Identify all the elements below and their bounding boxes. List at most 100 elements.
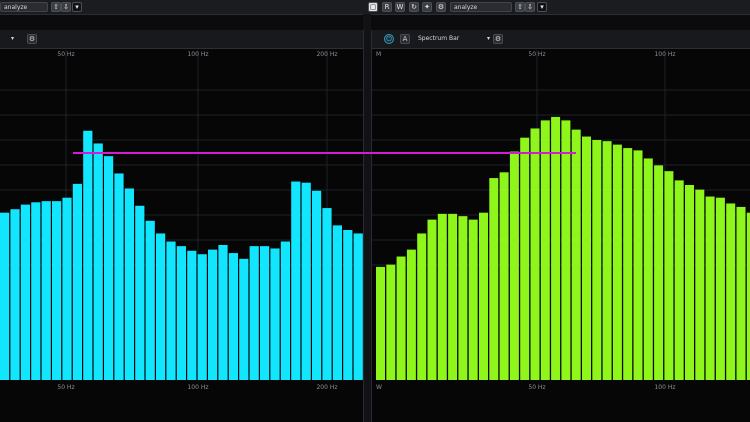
spectrum-bar xyxy=(280,241,290,380)
spectrum-bar xyxy=(540,120,550,380)
spectrum-bar xyxy=(260,246,270,380)
spectrum-bar xyxy=(93,143,103,380)
panel-divider xyxy=(363,14,371,422)
spectrum-bar xyxy=(52,201,62,380)
spectrum-bar xyxy=(376,266,385,380)
spectrum-bar xyxy=(208,249,218,380)
power-icon[interactable]: ⏻ xyxy=(384,34,394,44)
spectrum-bar xyxy=(612,144,622,380)
spectrum-bar xyxy=(406,249,416,380)
move-down-button[interactable]: ⇩ xyxy=(61,2,71,12)
a-button[interactable]: A xyxy=(400,34,410,44)
pin-icon[interactable]: ✦ xyxy=(422,2,432,12)
spectrum-bar xyxy=(705,196,715,380)
spectrum-bar xyxy=(633,150,643,380)
top-toolbar: analyze ⇧ ⇩ ▾ ▢ R W ↻ ✦ ⚙ analyze ⇧ ⇩ ▾ xyxy=(0,0,750,15)
spectrum-bar xyxy=(654,165,664,380)
spectrum-bar xyxy=(156,233,166,380)
spectrum-bar xyxy=(239,258,249,380)
spectrum-bar xyxy=(468,219,478,380)
right-settings-icon[interactable]: ⚙ xyxy=(493,34,503,44)
left-analyzer-panel: ▾ ⚙ 50 Hz 100 Hz 200 Hz 50 Hz 100 Hz 200 Hz xyxy=(0,30,364,422)
spectrum-bar xyxy=(458,216,468,380)
spectrum-bar xyxy=(530,128,540,380)
spectrum-bar xyxy=(72,183,82,380)
spectrum-bar xyxy=(301,182,311,380)
spectrum-bar xyxy=(114,173,124,380)
spectrum-bar xyxy=(270,248,280,380)
read-button[interactable]: R xyxy=(382,2,392,12)
spectrum-mode-dropdown[interactable]: Spectrum Bar ▾ xyxy=(418,34,490,44)
spectrum-bar xyxy=(176,246,186,380)
spectrum-bar xyxy=(218,245,228,380)
spectrum-bar xyxy=(249,246,259,380)
frequency-tick-label: 50 Hz xyxy=(57,51,74,58)
spectrum-bar xyxy=(437,213,447,380)
spectrum-bar xyxy=(291,181,301,380)
left-mode-dropdown[interactable]: ▾ xyxy=(0,34,14,44)
spectrum-bar xyxy=(396,256,406,380)
frequency-tick-label: 100 Hz xyxy=(654,384,675,391)
analyze-dropdown-left[interactable]: analyze xyxy=(0,2,48,12)
spectrum-bar xyxy=(83,130,93,380)
spectrum-bar xyxy=(417,233,427,380)
spectrum-bar xyxy=(674,180,684,380)
spectrum-mode-label: Spectrum Bar xyxy=(418,35,460,42)
spectrum-bar xyxy=(685,185,694,380)
frequency-tick-label: 100 Hz xyxy=(187,51,208,58)
spectrum-bar xyxy=(312,190,322,380)
write-button[interactable]: W xyxy=(395,2,405,12)
spectrum-bar xyxy=(489,178,499,380)
spectrum-bar xyxy=(166,241,176,380)
spectrum-bar xyxy=(592,140,602,380)
spectrum-bar xyxy=(499,172,509,380)
spectrum-bar xyxy=(353,233,363,380)
spectrum-bar xyxy=(104,156,114,380)
left-spectrum-plot: 50 Hz 100 Hz 200 Hz 50 Hz 100 Hz 200 Hz xyxy=(0,50,363,391)
frequency-tick-label: 200 Hz xyxy=(316,384,337,391)
spectrum-bar xyxy=(726,203,736,380)
spectrum-bar xyxy=(479,212,488,380)
frequency-tick-label: 100 Hz xyxy=(654,51,675,58)
corner-m-label: M xyxy=(376,51,381,58)
spectrum-bar xyxy=(322,208,332,380)
spectrum-bar xyxy=(448,213,458,380)
move-down-button-right[interactable]: ⇩ xyxy=(525,2,535,12)
spectrum-bar xyxy=(0,212,10,380)
chevron-down-icon: ▾ xyxy=(10,35,14,42)
spectrum-bar xyxy=(62,197,72,380)
spectrum-bar xyxy=(386,264,396,380)
spectrum-bar xyxy=(41,201,51,380)
move-up-button-right[interactable]: ⇧ xyxy=(515,2,525,12)
right-spectrum-plot: 50 Hz 100 Hz 50 Hz 100 Hz M W xyxy=(372,50,750,391)
analyze-dropdown-right[interactable]: analyze xyxy=(450,2,512,12)
left-settings-icon[interactable]: ⚙ xyxy=(27,34,37,44)
frequency-tick-label: 50 Hz xyxy=(528,51,545,58)
gear-icon[interactable]: ⚙ xyxy=(436,2,446,12)
spectrum-bar xyxy=(602,141,612,380)
expand-button-right[interactable]: ▾ xyxy=(537,2,547,12)
refresh-icon[interactable]: ↻ xyxy=(409,2,419,12)
frequency-tick-label: 50 Hz xyxy=(528,384,545,391)
left-panel-toolbar: ▾ ⚙ xyxy=(0,30,363,49)
spectrum-bar xyxy=(736,206,746,380)
spectrum-bar xyxy=(197,254,207,380)
chevron-down-icon: ▾ xyxy=(486,35,490,42)
spectrum-bar xyxy=(332,225,342,380)
spectrum-bar xyxy=(124,188,134,380)
spectrum-bar xyxy=(520,137,530,380)
edit-icon[interactable]: ▢ xyxy=(368,2,378,12)
peak-reference-line xyxy=(73,152,576,154)
frequency-tick-label: 100 Hz xyxy=(187,384,208,391)
right-analyzer-panel: ⏻ A Spectrum Bar ▾ ⚙ 50 Hz 100 Hz 50 Hz 100… xyxy=(371,30,750,422)
spectrum-bar xyxy=(715,197,725,380)
spectrum-bar xyxy=(228,253,238,380)
spectrum-bar xyxy=(10,209,20,380)
expand-button[interactable]: ▾ xyxy=(72,2,82,12)
spectrum-bar xyxy=(427,219,437,380)
spectrum-bar xyxy=(31,202,41,380)
move-up-button[interactable]: ⇧ xyxy=(51,2,61,12)
spectrum-bar xyxy=(551,116,561,380)
spectrum-bar xyxy=(145,220,155,380)
spectrum-bar xyxy=(343,230,353,380)
